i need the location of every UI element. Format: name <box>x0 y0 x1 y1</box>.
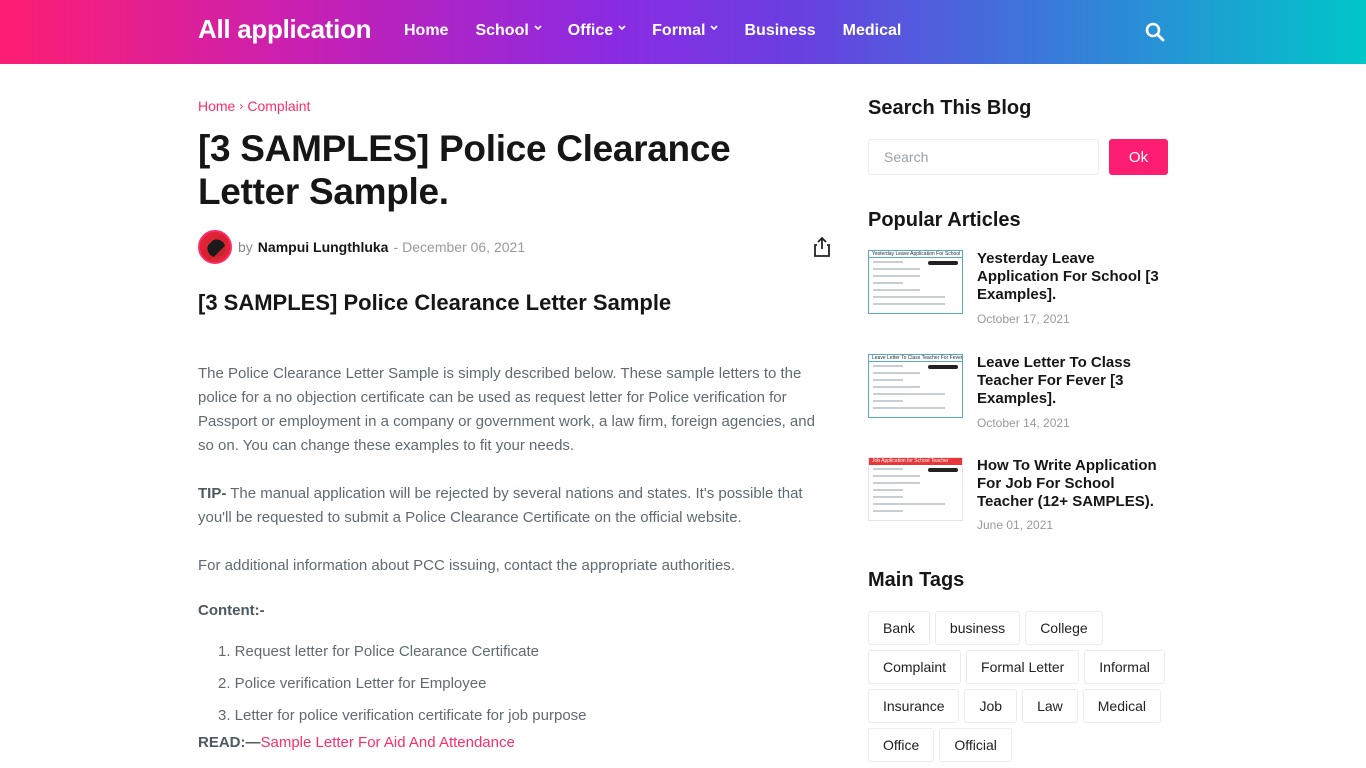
main-nav: Home School Office Formal Business Medic… <box>404 22 928 40</box>
article-date: October 17, 2021 <box>977 312 1070 326</box>
table-of-contents: 1. Request letter for Police Clearance C… <box>218 636 587 732</box>
popular-article: Leave Letter To Class Teacher For Fever … <box>868 354 1168 434</box>
tip-paragraph: TIP- The manual application will be reje… <box>198 482 828 530</box>
article-title-link[interactable]: Yesterday Leave Application For School [… <box>977 250 1168 304</box>
article-title-link[interactable]: How To Write Application For Job For Sch… <box>977 457 1168 511</box>
post-title: [3 SAMPLES] Police Clearance Letter Samp… <box>198 128 731 212</box>
nav-label: School <box>475 22 529 39</box>
toc-item[interactable]: 3. Letter for police verification certif… <box>218 700 587 732</box>
tip-text: The manual application will be rejected … <box>198 485 803 526</box>
tag-bank[interactable]: Bank <box>868 611 930 645</box>
blog-search-input[interactable] <box>868 139 1099 175</box>
tag-job[interactable]: Job <box>964 689 1018 723</box>
nav-item-business[interactable]: Business <box>744 22 815 40</box>
breadcrumb-home[interactable]: Home <box>198 98 235 114</box>
article-thumbnail[interactable]: Job Application for School Teacher <box>868 457 963 521</box>
share-icon <box>814 236 830 257</box>
nav-label: Business <box>744 22 816 39</box>
info-paragraph: For additional information about PCC iss… <box>198 557 735 574</box>
top-navbar: All application Home School Office Forma… <box>0 0 1366 64</box>
read-label: READ:— <box>198 734 261 751</box>
toc-item[interactable]: 1. Request letter for Police Clearance C… <box>218 636 587 668</box>
popular-article: Yesterday Leave Application For School Y… <box>868 250 1168 330</box>
tag-medical[interactable]: Medical <box>1082 689 1161 723</box>
nav-label: Home <box>404 22 449 39</box>
breadcrumb-separator: › <box>239 99 244 113</box>
search-icon <box>1145 22 1165 42</box>
tag-insurance[interactable]: Insurance <box>868 689 960 723</box>
popular-articles-title: Popular Articles <box>868 209 1021 231</box>
nav-label: Medical <box>842 22 902 39</box>
nav-item-office[interactable]: Office <box>567 22 626 40</box>
article-thumbnail[interactable]: Yesterday Leave Application For School <box>868 250 963 314</box>
article-date: June 01, 2021 <box>977 518 1054 532</box>
nav-label: Formal <box>652 22 706 39</box>
by-label: by <box>238 239 253 255</box>
tag-informal[interactable]: Informal <box>1084 650 1165 684</box>
chevron-down-icon <box>618 24 626 32</box>
meta-separator: - <box>393 239 399 255</box>
article-date: October 14, 2021 <box>977 416 1070 430</box>
site-logo[interactable]: All application <box>198 14 371 45</box>
tag-official[interactable]: Official <box>939 728 1012 762</box>
tag-office[interactable]: Office <box>868 728 935 762</box>
tag-cloud: Bank business College Complaint Formal L… <box>868 611 1178 767</box>
post-subtitle: [3 SAMPLES] Police Clearance Letter Samp… <box>198 290 672 315</box>
author-avatar[interactable] <box>198 230 232 264</box>
intro-paragraph: The Police Clearance Letter Sample is si… <box>198 365 815 454</box>
chevron-down-icon <box>710 24 719 32</box>
nav-item-school[interactable]: School <box>475 22 542 40</box>
post-meta: by Nampui Lungthluka - December 06, 2021 <box>198 230 834 264</box>
article-title-link[interactable]: Leave Letter To Class Teacher For Fever … <box>977 354 1168 408</box>
nav-item-medical[interactable]: Medical <box>843 22 902 40</box>
main-tags-title: Main Tags <box>868 569 965 591</box>
nav-item-home[interactable]: Home <box>404 22 448 40</box>
thumbnail-caption: Yesterday Leave Application For School <box>869 251 962 258</box>
tag-formal-letter[interactable]: Formal Letter <box>966 650 1080 684</box>
nav-label: Office <box>567 22 614 39</box>
tip-label: TIP- <box>198 485 227 502</box>
read-more-link[interactable]: Sample Letter For Aid And Attendance <box>261 734 515 751</box>
header-search-button[interactable] <box>1143 20 1167 44</box>
article-thumbnail[interactable]: Leave Letter To Class Teacher For Fever <box>868 354 963 418</box>
tag-college[interactable]: College <box>1025 611 1103 645</box>
thumbnail-caption: Job Application for School Teacher <box>869 458 962 465</box>
tag-business[interactable]: business <box>934 611 1021 645</box>
popular-article: Job Application for School Teacher How T… <box>868 457 1168 537</box>
chevron-down-icon <box>534 24 542 32</box>
toc-item[interactable]: 2. Police verification Letter for Employ… <box>218 668 587 700</box>
tag-complaint[interactable]: Complaint <box>868 650 962 684</box>
share-button[interactable] <box>812 236 832 258</box>
author-name[interactable]: Nampui Lungthluka <box>258 239 389 255</box>
post-date: December 06, 2021 <box>402 239 526 255</box>
tag-law[interactable]: Law <box>1022 689 1078 723</box>
nav-item-formal[interactable]: Formal <box>652 22 719 40</box>
search-ok-button[interactable]: Ok <box>1109 139 1168 175</box>
read-more: READ:—Sample Letter For Aid And Attendan… <box>198 734 515 751</box>
breadcrumb: Home › Complaint <box>198 98 310 114</box>
content-label: Content:- <box>198 602 265 619</box>
breadcrumb-category[interactable]: Complaint <box>247 98 310 114</box>
thumbnail-caption: Leave Letter To Class Teacher For Fever <box>869 355 962 362</box>
search-widget-title: Search This Blog <box>868 97 1032 119</box>
